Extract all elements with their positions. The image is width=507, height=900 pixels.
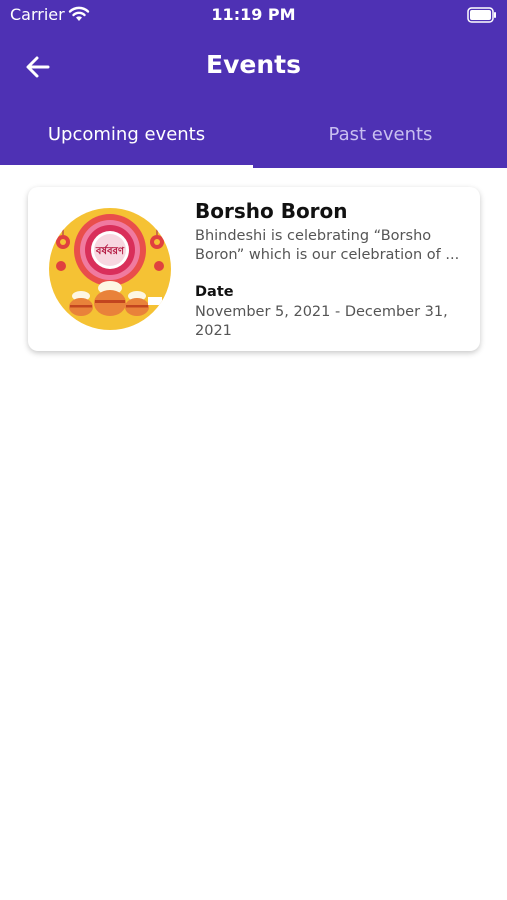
app-header: Carrier 11:19 PM Events Upcoming events … [0,0,507,168]
tab-label: Past events [328,124,433,145]
tab-indicator [0,165,253,168]
tab-label: Upcoming events [47,124,206,145]
event-title: Borsho Boron [195,199,348,223]
tab-upcoming-events[interactable]: Upcoming events [0,110,253,168]
event-description: Bhindeshi is celebrating “Borsho Boron” … [195,228,460,263]
event-image: বর্ষবরণ [49,208,171,330]
battery-icon [467,7,496,23]
tab-past-events[interactable]: Past events [254,110,507,168]
event-date-label: Date [195,284,234,300]
event-image-text: বর্ষবরণ [95,244,125,257]
page-title: Events [206,50,301,79]
tab-bar: Upcoming events Past events [0,110,507,168]
status-time: 11:19 PM [211,5,296,24]
status-bar: Carrier 11:19 PM [0,0,507,30]
nav-bar: Events [0,40,507,94]
event-date-value: November 5, 2021 - December 31, 2021 [195,304,448,339]
event-card[interactable]: বর্ষবরণ Borsho Boron Bhindeshi is celebr… [28,187,480,351]
